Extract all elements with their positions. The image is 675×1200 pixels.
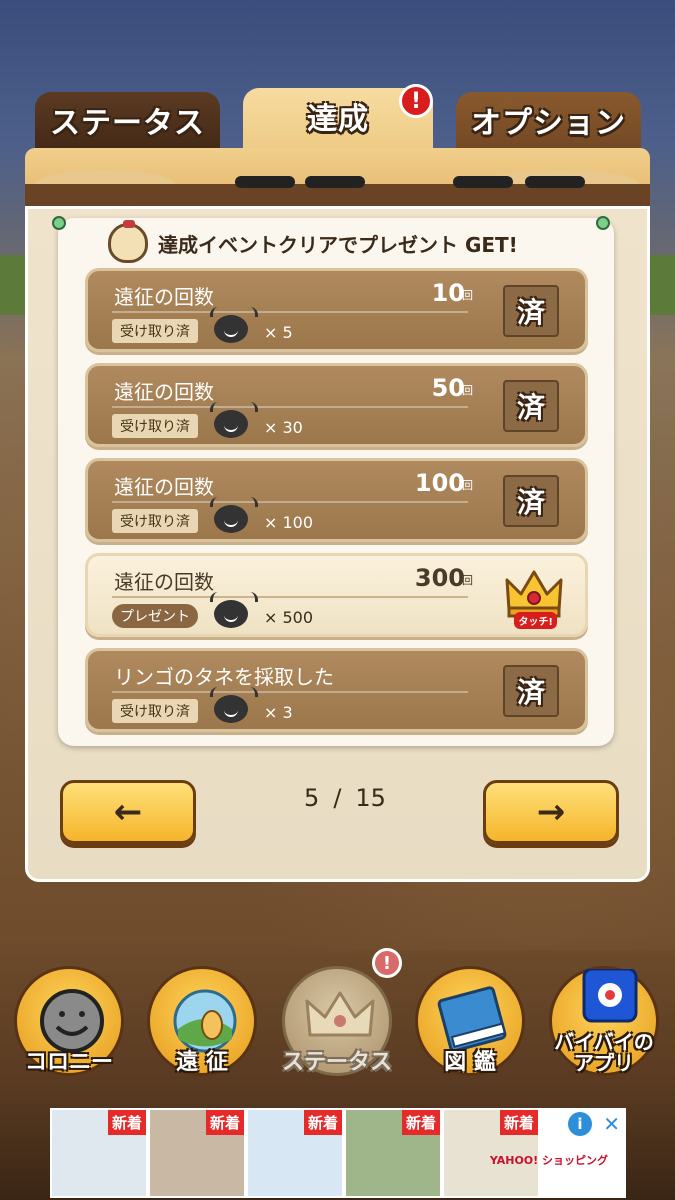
ant-icon <box>453 176 513 188</box>
status-badge: 受け取り済 <box>112 414 198 438</box>
achievement-row[interactable]: 遠征の回数 50 回 受け取り済 × 30 済 <box>85 363 588 447</box>
claimed-stamp-icon: 済 <box>503 475 559 527</box>
count-unit: 回 <box>462 289 473 302</box>
achievement-title: 遠征の回数 <box>114 285 214 309</box>
reward-quantity: × 5 <box>264 323 293 342</box>
achievement-count: 100 <box>414 469 465 497</box>
ad-tile[interactable]: 新着 <box>150 1110 244 1196</box>
nav-encyclopedia[interactable]: 図 鑑 <box>411 960 529 1078</box>
arrow-right-icon: → <box>536 792 566 832</box>
tab-label: ステータス <box>50 106 205 141</box>
present-bag-icon <box>108 220 148 263</box>
new-badge: 新着 <box>401 1110 440 1135</box>
reward-quantity: × 30 <box>264 418 303 437</box>
achievement-title: リンゴのタネを採取した <box>114 665 334 689</box>
new-badge: 新着 <box>107 1110 146 1135</box>
panel-header-decoration <box>25 148 650 210</box>
nav-byebye-apps[interactable]: バイバイの アプリ <box>545 960 663 1078</box>
ad-tile[interactable]: 新着 <box>346 1110 440 1196</box>
ant-face-icon <box>210 687 258 723</box>
count-unit: 回 <box>462 384 473 397</box>
achievement-title: 遠征の回数 <box>114 380 214 404</box>
ant-face-icon <box>210 402 258 438</box>
ant-icon <box>525 176 585 188</box>
achievement-row[interactable]: リンゴのタネを採取した 受け取り済 × 3 済 <box>85 648 588 732</box>
status-badge: プレゼント <box>112 604 198 628</box>
tab-label: オプション <box>471 106 626 141</box>
claimed-stamp-icon: 済 <box>503 285 559 337</box>
new-badge: 新着 <box>205 1110 244 1135</box>
touch-label: タッチ! <box>514 612 557 629</box>
status-badge: 受け取り済 <box>112 319 198 343</box>
achievement-row[interactable]: 遠征の回数 100 回 受け取り済 × 100 済 <box>85 458 588 542</box>
reward-quantity: × 3 <box>264 703 293 722</box>
header-text: 達成イベントクリアでプレゼント GET! <box>158 232 518 257</box>
achievement-row-claimable[interactable]: 遠征の回数 300 回 プレゼント × 500 タッチ! <box>85 553 588 637</box>
achievement-count: 50 <box>431 374 465 402</box>
ant-face-icon <box>210 307 258 343</box>
count-unit: 回 <box>462 479 473 492</box>
reward-quantity: × 100 <box>264 513 314 532</box>
page-indicator: 5 / 15 <box>280 780 410 816</box>
ad-close-icon[interactable]: ✕ <box>603 1112 620 1136</box>
achievement-count: 300 <box>414 564 465 592</box>
new-badge: 新着 <box>303 1110 342 1135</box>
nav-label: コロニー <box>24 1049 113 1075</box>
alert-icon: ! <box>372 948 402 978</box>
claimed-stamp-icon: 済 <box>503 380 559 432</box>
arrow-left-icon: ← <box>113 792 143 832</box>
status-badge: 受け取り済 <box>112 699 198 723</box>
tab-label: 達成 <box>307 102 369 137</box>
pin-icon <box>596 216 610 230</box>
count-unit: 回 <box>462 574 473 587</box>
achievement-title: 遠征の回数 <box>114 570 214 594</box>
ad-banner[interactable]: 新着 新着 新着 新着 新着 i ✕ YAHOO! ショッピング <box>50 1108 626 1198</box>
page-total: 15 <box>355 784 386 812</box>
pin-icon <box>52 216 66 230</box>
ad-info-icon[interactable]: i <box>568 1112 592 1136</box>
nav-label: 図 鑑 <box>444 1049 496 1075</box>
page-separator: / <box>333 784 342 812</box>
ant-face-icon <box>210 497 258 533</box>
ant-icon <box>235 176 295 188</box>
ad-tile[interactable]: 新着 <box>52 1110 146 1196</box>
new-badge: 新着 <box>499 1110 538 1135</box>
ad-brand-logo: YAHOO! ショッピング <box>489 1154 608 1167</box>
achievement-count: 10 <box>431 279 465 307</box>
prev-page-button[interactable]: ← <box>60 780 196 844</box>
next-page-button[interactable]: → <box>483 780 619 844</box>
ant-icon <box>305 176 365 188</box>
status-badge: 受け取り済 <box>112 509 198 533</box>
achievement-row[interactable]: 遠征の回数 10 回 受け取り済 × 5 済 <box>85 268 588 352</box>
page-current: 5 <box>304 784 320 812</box>
reward-quantity: × 500 <box>264 608 314 627</box>
achievement-title: 遠征の回数 <box>114 475 214 499</box>
nav-label: 遠 征 <box>176 1049 228 1075</box>
claimed-stamp-icon: 済 <box>503 665 559 717</box>
ad-tile[interactable]: 新着 <box>248 1110 342 1196</box>
ant-face-icon <box>210 592 258 628</box>
alert-icon: ! <box>399 84 433 118</box>
nav-label: バイバイの アプリ <box>554 1030 654 1075</box>
nav-status[interactable]: ステータス ! <box>278 948 402 1078</box>
nav-label: ステータス <box>281 1049 392 1075</box>
list-header: 達成イベントクリアでプレゼント GET! <box>108 220 518 264</box>
nav-expedition[interactable]: 遠 征 <box>143 960 261 1078</box>
nav-colony[interactable]: コロニー <box>10 960 128 1078</box>
